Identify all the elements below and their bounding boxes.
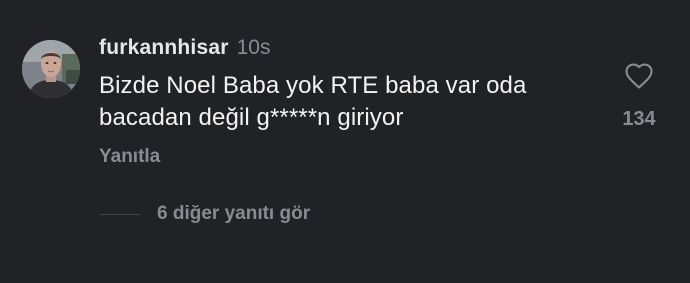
view-more-replies-label: 6 diğer yanıtı gör bbox=[157, 203, 311, 224]
reply-button[interactable]: Yanıtla bbox=[99, 146, 160, 168]
comment-item: furkannhisar 10s Bizde Noel Baba yok RTE… bbox=[0, 0, 690, 283]
comment-header: furkannhisar 10s bbox=[99, 36, 270, 64]
replies-divider-line bbox=[99, 213, 141, 215]
avatar-photo bbox=[22, 40, 80, 98]
like-button[interactable] bbox=[624, 62, 654, 90]
like-count: 134 bbox=[622, 108, 656, 130]
comment-text: Bizde Noel Baba yok RTE baba var oda bac… bbox=[99, 72, 527, 131]
avatar[interactable] bbox=[22, 40, 80, 98]
heart-outline-icon bbox=[625, 63, 653, 89]
view-more-replies-button[interactable]: 6 diğer yanıtı gör bbox=[99, 200, 310, 228]
like-group: 134 bbox=[610, 60, 668, 135]
timestamp: 10s bbox=[236, 36, 271, 59]
username[interactable]: furkannhisar bbox=[99, 36, 229, 60]
